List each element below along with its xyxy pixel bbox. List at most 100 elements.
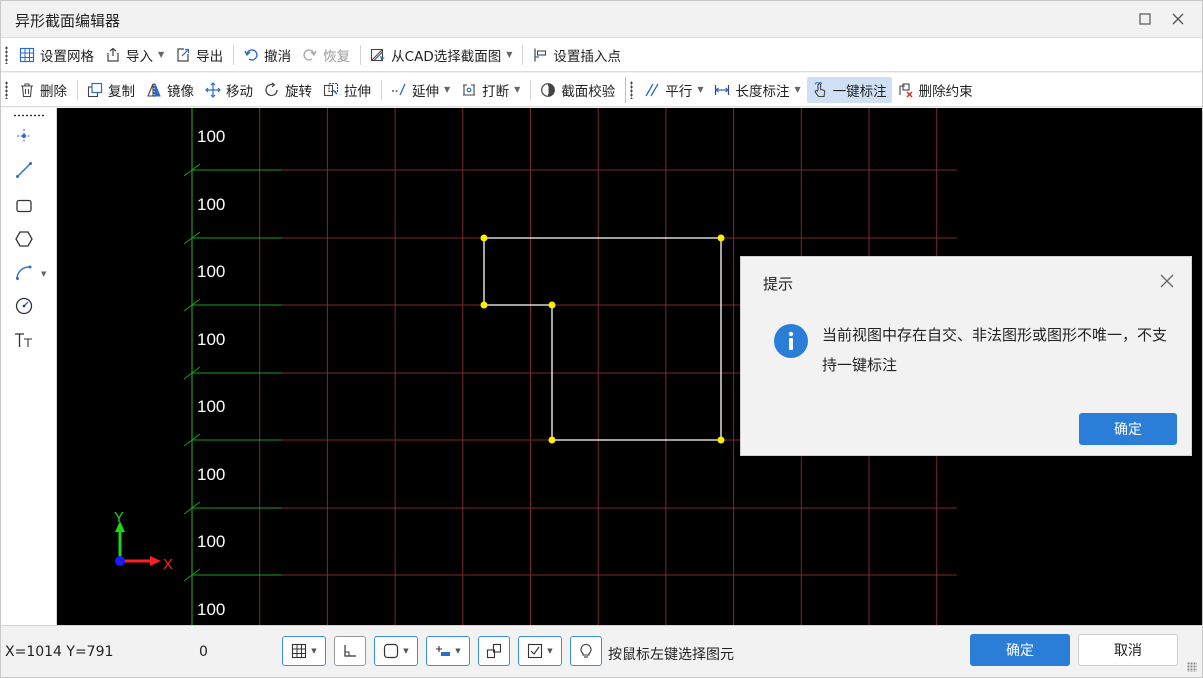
title-bar: 异形截面编辑器 [1,1,1202,38]
tip-icon [578,643,594,659]
chevron-down-icon[interactable]: ▼ [158,50,164,59]
toolbar-grip[interactable] [5,45,8,64]
ortho-toggle[interactable] [334,636,366,666]
chevron-down-icon[interactable]: ▼ [697,85,703,94]
draw-tool-palette: ▼ [1,108,57,625]
shape-vertex [717,234,725,242]
chevron-down-icon[interactable]: ▼ [547,647,552,655]
export-button[interactable]: 导出 [170,42,228,68]
circle-tool[interactable] [11,296,37,320]
rotate-label: 旋转 [285,83,312,100]
copy-label: 复制 [108,83,135,100]
set-grid-label: 设置网格 [40,48,94,65]
polygon-tool[interactable] [11,229,37,253]
chevron-down-icon[interactable]: ▼ [41,270,46,278]
status-hint: 按鼠标左键选择图元 [608,647,734,663]
chevron-down-icon[interactable]: ▼ [455,647,460,655]
section-check-button[interactable]: 截面校验 [535,77,620,103]
chevron-down-icon[interactable]: ▼ [311,647,316,655]
delete-button[interactable]: 删除 [14,77,72,103]
ruler-label: 100 [197,600,225,619]
delete-constraint-label: 删除约束 [918,83,973,100]
chevron-down-icon[interactable]: ▼ [506,50,512,59]
resize-grip-icon[interactable] [1187,662,1197,672]
toolbar-grip[interactable] [630,80,634,99]
point-tool[interactable] [11,126,37,150]
chevron-down-icon[interactable]: ▼ [403,647,408,655]
shape-vertex [480,301,488,309]
text-icon [13,330,35,354]
import-button[interactable]: 导入 ▼ [100,42,169,68]
ruler-label: 100 [197,195,225,214]
rectangle-tool[interactable] [11,196,37,220]
dialog-ok-button[interactable]: 确定 [1079,413,1177,445]
redo-button[interactable]: 恢复 [297,42,355,68]
line-tool[interactable] [11,160,37,184]
text-tool[interactable] [11,330,37,354]
parallel-icon [644,82,660,98]
delete-constraint-button[interactable]: 删除约束 [893,77,978,103]
one-click-dimension-button[interactable]: 一键标注 [806,76,892,103]
set-insert-point-button[interactable]: 设置插入点 [527,42,626,68]
maximize-icon[interactable] [1132,7,1158,31]
cad-select-section-button[interactable]: 从CAD选择截面图 ▼ [365,42,517,68]
chevron-down-icon[interactable]: ▼ [514,85,520,94]
cancel-button[interactable]: 取消 [1078,634,1178,666]
copy-icon [87,82,103,98]
tip-toggle[interactable] [570,636,602,666]
line-icon [14,160,34,184]
mirror-button[interactable]: 镜像 [141,77,199,103]
set-insert-point-label: 设置插入点 [553,48,621,65]
toolbar-separator [625,76,627,103]
ruler-label: 100 [197,127,225,146]
dialog-title: 提示 [763,275,794,293]
grid-snap-toggle[interactable]: ▼ [282,636,326,666]
import-label: 导入 [126,48,153,65]
close-icon[interactable] [1165,7,1191,31]
track-toggle[interactable]: ▼ [426,636,470,666]
ruler-label: 100 [197,330,225,349]
section-check-label: 截面校验 [561,83,616,100]
prompt-dialog: 提示 当前视图中存在自交、非法图形或图形不唯一，不支持一键标注 确定 [740,256,1192,456]
redo-label: 恢复 [323,48,351,65]
confirm-button[interactable]: 确定 [970,634,1070,666]
import-icon [105,47,121,63]
redo-icon [302,47,318,63]
axis-x-label: X [163,556,173,573]
rotate-button[interactable]: 旋转 [259,77,317,103]
status-value: 0 [199,644,208,660]
main-toolbar: 设置网格 导入 ▼ 导出 撤消 恢复 从CAD选择截面图 ▼ 设置插入点 [1,38,1202,72]
polar-toggle[interactable] [478,636,510,666]
toolbar-grip[interactable] [5,80,8,99]
chevron-down-icon[interactable]: ▼ [794,85,800,94]
dynamic-input-icon [527,643,543,659]
export-label: 导出 [196,48,224,65]
move-label: 移动 [226,83,253,100]
ruler-label: 100 [197,397,225,416]
break-button[interactable]: 打断 ▼ [456,77,525,103]
move-button[interactable]: 移动 [200,77,258,103]
mirror-icon [146,82,162,98]
status-bar: X=1014 Y=791 0 ▼ ▼ ▼ ▼ 按鼠标左键选择图元 确定 取消 [1,625,1202,677]
length-dimension-button[interactable]: 长度标注 ▼ [709,77,805,103]
extend-button[interactable]: 延伸 ▼ [386,77,455,103]
dynamic-input-toggle[interactable]: ▼ [518,636,562,666]
extend-icon [391,82,407,98]
set-grid-button[interactable]: 设置网格 [14,42,99,68]
copy-button[interactable]: 复制 [82,77,140,103]
toolbar-separator [381,79,382,100]
dialog-close-icon[interactable] [1155,269,1179,293]
undo-label: 撤消 [264,48,292,65]
toolbar-separator [522,44,524,65]
arc-tool[interactable]: ▼ [11,262,46,286]
undo-button[interactable]: 撤消 [238,42,296,68]
rotate-icon [264,81,280,98]
chevron-down-icon[interactable]: ▼ [444,85,450,94]
break-icon [461,82,477,98]
stretch-button[interactable]: 拉伸 [318,77,376,103]
edit-toolbar: 删除 复制 镜像 移动 旋转 拉伸 延伸 ▼ 打断 ▼ 截面校验 平行 ▼ 长度… [1,73,1202,107]
object-snap-toggle[interactable]: ▼ [374,636,418,666]
parallel-label: 平行 [665,83,693,100]
parallel-button[interactable]: 平行 ▼ [639,77,708,103]
palette-grip[interactable] [13,114,45,117]
